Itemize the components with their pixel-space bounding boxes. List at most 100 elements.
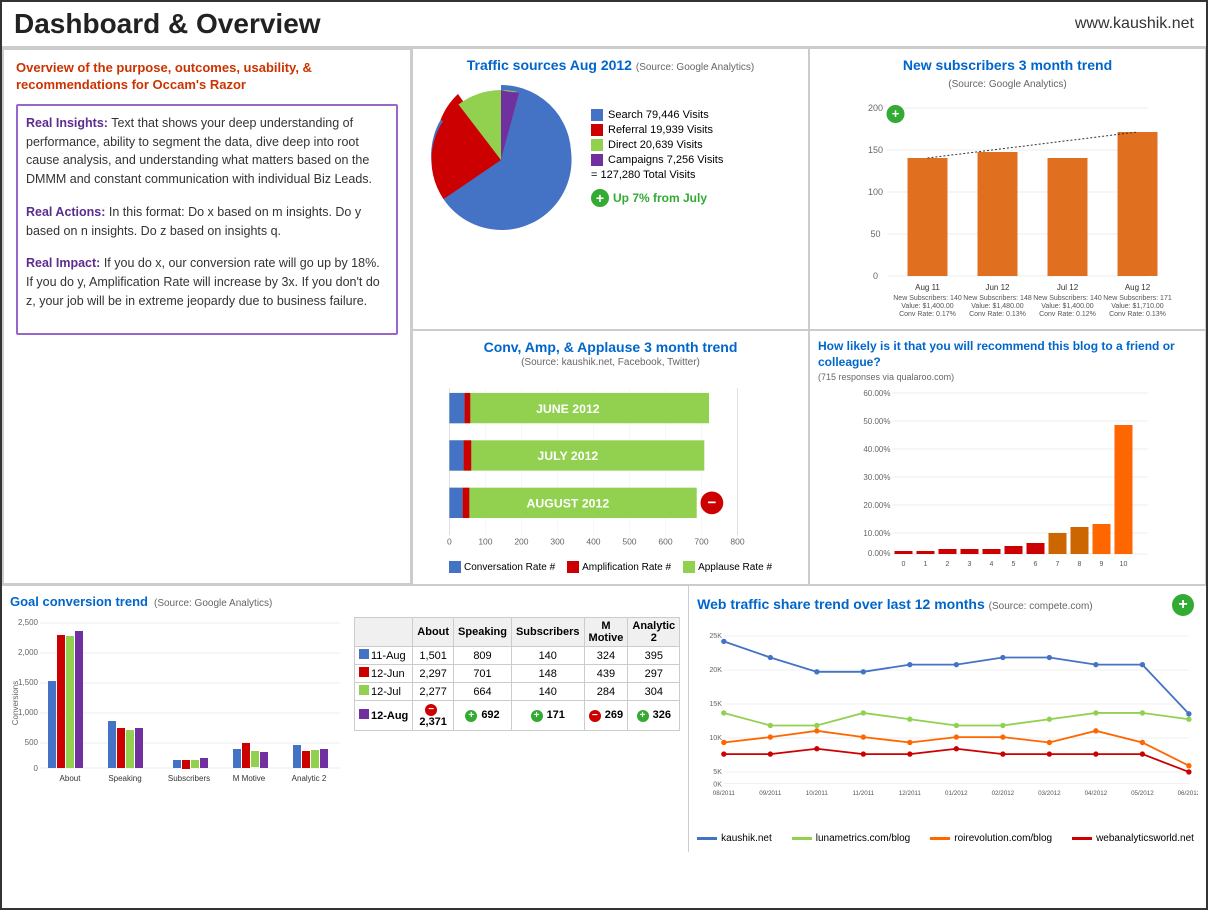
legend-webanalytics: webanalyticsworld.net bbox=[1072, 833, 1194, 844]
svg-text:0: 0 bbox=[34, 764, 39, 773]
indicator-about: − bbox=[425, 704, 437, 716]
svg-text:800: 800 bbox=[730, 537, 744, 547]
legend-referral: Referral 19,939 Visits bbox=[591, 124, 723, 136]
svg-text:Aug 11: Aug 11 bbox=[915, 283, 940, 292]
insight-label-3: Real Impact: bbox=[26, 256, 100, 270]
main-grid: Overview of the purpose, outcomes, usabi… bbox=[2, 48, 1206, 585]
traffic-panel: Traffic sources Aug 2012 (Source: Google… bbox=[412, 48, 809, 330]
insights-subtitle: Overview of the purpose, outcomes, usabi… bbox=[16, 60, 398, 94]
svg-text:M Motive: M Motive bbox=[233, 774, 266, 783]
insight-block-2: Real Actions: In this format: Do x based… bbox=[26, 203, 388, 241]
svg-text:New Subscribers: 171: New Subscribers: 171 bbox=[1103, 295, 1172, 302]
legend-label-lunametrics: lunametrics.com/blog bbox=[816, 833, 910, 844]
svg-text:+: + bbox=[892, 106, 900, 121]
svg-text:3: 3 bbox=[968, 561, 972, 568]
legend-label-direct: Direct 20,639 Visits bbox=[608, 139, 703, 151]
svg-text:2,000: 2,000 bbox=[18, 648, 39, 657]
svg-text:20.00%: 20.00% bbox=[863, 501, 890, 510]
conv-panel: Conv, Amp, & Applause 3 month trend (Sou… bbox=[412, 330, 809, 585]
legend-conv: Conversation Rate # bbox=[449, 561, 555, 573]
svg-text:2: 2 bbox=[946, 561, 950, 568]
legend-label-roi: roirevolution.com/blog bbox=[954, 833, 1052, 844]
legend-search: Search 79,446 Visits bbox=[591, 109, 723, 121]
nps-source: (715 responses via qualaroo.com) bbox=[818, 372, 1197, 382]
svg-text:02/2012: 02/2012 bbox=[992, 790, 1015, 797]
legend-label-campaigns: Campaigns 7,256 Visits bbox=[608, 154, 723, 166]
table-row: 12-Aug −2,371 +692 +171 −269 +326 bbox=[355, 701, 680, 731]
svg-text:−: − bbox=[707, 495, 716, 512]
svg-text:6: 6 bbox=[1034, 561, 1038, 568]
th-mmotive: M Motive bbox=[584, 618, 628, 647]
legend-dot-search bbox=[591, 109, 603, 121]
svg-text:700: 700 bbox=[694, 537, 708, 547]
svg-text:150: 150 bbox=[868, 145, 883, 155]
svg-text:New Subscribers: 140: New Subscribers: 140 bbox=[893, 295, 962, 302]
svg-text:300: 300 bbox=[550, 537, 564, 547]
webtraffic-chart: 25K 20K 15K 10K 5K 0K bbox=[697, 616, 1198, 826]
svg-text:7: 7 bbox=[1056, 561, 1060, 568]
insight-label-2: Real Actions: bbox=[26, 205, 105, 219]
nps-panel: How likely is it that you will recommend… bbox=[809, 330, 1206, 585]
subscribers-title: New subscribers 3 month trend bbox=[818, 57, 1197, 73]
goal-title: Goal conversion trend bbox=[10, 594, 148, 609]
svg-text:Conv Rate: 0.13%: Conv Rate: 0.13% bbox=[969, 311, 1026, 316]
legend-line-webanalytics bbox=[1072, 837, 1092, 840]
svg-text:15K: 15K bbox=[709, 700, 722, 708]
svg-text:JUNE 2012: JUNE 2012 bbox=[536, 402, 600, 416]
goal-panel: Goal conversion trend (Source: Google An… bbox=[2, 586, 689, 852]
svg-text:Conv Rate: 0.13%: Conv Rate: 0.13% bbox=[1109, 311, 1166, 316]
legend-total: = 127,280 Total Visits bbox=[591, 169, 723, 181]
svg-text:Conv Rate: 0.12%: Conv Rate: 0.12% bbox=[1039, 311, 1096, 316]
svg-text:0K: 0K bbox=[713, 780, 722, 788]
legend-label-referral: Referral 19,939 Visits bbox=[608, 124, 713, 136]
traffic-legend: Search 79,446 Visits Referral 19,939 Vis… bbox=[591, 109, 723, 207]
th-speaking: Speaking bbox=[454, 618, 512, 647]
svg-text:1,500: 1,500 bbox=[18, 678, 39, 687]
svg-text:5K: 5K bbox=[713, 768, 722, 776]
th-subscribers: Subscribers bbox=[511, 618, 584, 647]
legend-app: Applause Rate # bbox=[683, 561, 772, 573]
indicator-speaking: + bbox=[465, 710, 477, 722]
legend-campaigns: Campaigns 7,256 Visits bbox=[591, 154, 723, 166]
insight-block-1: Real Insights: Text that shows your deep… bbox=[26, 114, 388, 189]
svg-text:Analytic 2: Analytic 2 bbox=[292, 774, 327, 783]
goal-content: Conversions 2,500 2,000 1,500 1,000 500 … bbox=[10, 613, 680, 793]
svg-text:06/2012: 06/2012 bbox=[1178, 790, 1198, 797]
nps-title: How likely is it that you will recommend… bbox=[818, 339, 1197, 370]
th-analytic2: Analytic 2 bbox=[628, 618, 680, 647]
insight-block-3: Real Impact: If you do x, our conversion… bbox=[26, 254, 388, 310]
svg-text:Value: $1,400.00: Value: $1,400.00 bbox=[1041, 303, 1094, 310]
svg-text:03/2012: 03/2012 bbox=[1038, 790, 1061, 797]
traffic-trend: Up 7% from July bbox=[613, 191, 707, 205]
svg-text:09/2011: 09/2011 bbox=[759, 790, 782, 797]
svg-text:600: 600 bbox=[658, 537, 672, 547]
subscribers-chart: 200 150 100 50 0 Aug 11 Jun 12 Jul 12 Au bbox=[818, 96, 1197, 316]
legend-label-app: Applause Rate # bbox=[698, 562, 772, 573]
legend-label-search: Search 79,446 Visits bbox=[608, 109, 709, 121]
svg-text:Value: $1,710.00: Value: $1,710.00 bbox=[1111, 303, 1164, 310]
indicator-subs: + bbox=[531, 710, 543, 722]
svg-text:50: 50 bbox=[870, 229, 880, 239]
data-table: About Speaking Subscribers M Motive Anal… bbox=[354, 617, 680, 731]
bottom-row: Goal conversion trend (Source: Google An… bbox=[2, 585, 1206, 852]
svg-text:0.00%: 0.00% bbox=[868, 549, 891, 558]
conv-legend: Conversation Rate # Amplification Rate #… bbox=[421, 561, 800, 573]
legend-line-lunametrics bbox=[792, 837, 812, 840]
svg-text:100: 100 bbox=[478, 537, 492, 547]
legend-label-conv: Conversation Rate # bbox=[464, 562, 555, 573]
insights-panel: Overview of the purpose, outcomes, usabi… bbox=[2, 48, 412, 585]
legend-dot-referral bbox=[591, 124, 603, 136]
svg-text:500: 500 bbox=[25, 738, 39, 747]
nps-chart: 60.00% 50.00% 40.00% 30.00% 20.00% 10.00… bbox=[818, 386, 1197, 571]
svg-text:200: 200 bbox=[868, 103, 883, 113]
webtraffic-title: Web traffic share trend over last 12 mon… bbox=[697, 596, 989, 612]
svg-text:9: 9 bbox=[1100, 561, 1104, 568]
svg-text:Speaking: Speaking bbox=[108, 774, 141, 783]
svg-text:Conversions: Conversions bbox=[11, 681, 20, 725]
svg-text:10: 10 bbox=[1120, 561, 1128, 568]
svg-text:Aug 12: Aug 12 bbox=[1125, 283, 1151, 292]
table-row: 11-Aug 1,501 809 140 324 395 bbox=[355, 647, 680, 665]
svg-text:25K: 25K bbox=[709, 632, 722, 640]
legend-roi: roirevolution.com/blog bbox=[930, 833, 1052, 844]
svg-text:5: 5 bbox=[1012, 561, 1016, 568]
